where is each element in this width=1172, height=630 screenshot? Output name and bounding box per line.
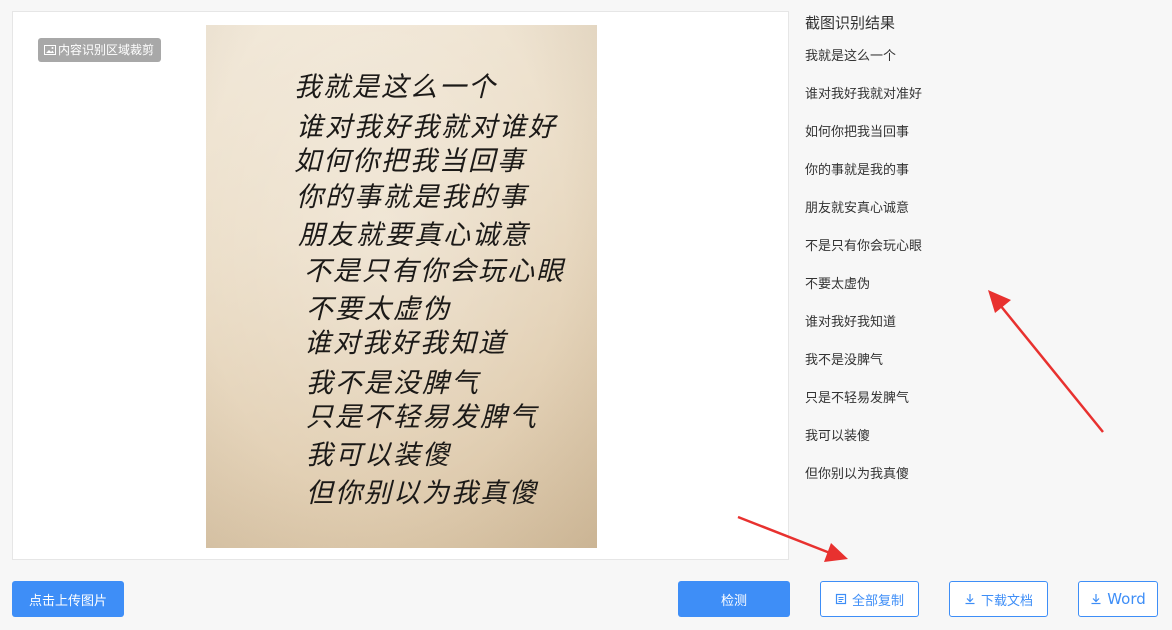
crop-region-tag[interactable]: 内容识别区域裁剪: [38, 38, 162, 62]
photo-line: 不是只有你会玩心眼: [304, 256, 565, 287]
photo-line: 你的事就是我的事: [296, 182, 528, 213]
result-line: 谁对我好我知道: [805, 315, 897, 330]
photo-line: 只是不轻易发脾气: [306, 402, 538, 433]
download-document-button[interactable]: 下载文档: [949, 581, 1048, 617]
crop-region-label: 内容识别区域裁剪: [58, 43, 155, 57]
image-preview-panel: 内容识别区域裁剪 我就是这么一个 谁对我好我就对谁好 如何你把我当回事 你的事就…: [12, 11, 789, 560]
download-word-label: Word: [1107, 590, 1146, 608]
handwriting-photo: 我就是这么一个 谁对我好我就对谁好 如何你把我当回事 你的事就是我的事 朋友就要…: [206, 25, 597, 548]
result-line: 不要太虚伪: [805, 277, 871, 292]
result-line: 朋友就安真心诚意: [805, 201, 910, 216]
arrow-to-result-text: [988, 290, 1104, 433]
download-icon: [1090, 593, 1102, 605]
upload-image-button[interactable]: 点击上传图片: [12, 581, 124, 617]
photo-line: 如何你把我当回事: [294, 146, 526, 177]
result-line: 我不是没脾气: [805, 353, 884, 368]
result-line: 不是只有你会玩心眼: [805, 239, 923, 254]
result-line: 我就是这么一个: [805, 49, 897, 64]
detect-button[interactable]: 检测: [678, 581, 790, 617]
photo-line: 朋友就要真心诚意: [298, 220, 530, 251]
result-line: 谁对我好我就对准好: [805, 87, 923, 102]
photo-line: 谁对我好我知道: [304, 328, 507, 359]
download-word-button[interactable]: Word: [1078, 581, 1158, 617]
download-document-label: 下载文档: [980, 593, 1033, 609]
result-line: 只是不轻易发脾气: [805, 391, 910, 406]
copy-all-label: 全部复制: [851, 593, 904, 609]
image-icon: [44, 44, 56, 56]
photo-line: 我可以装傻: [306, 440, 451, 471]
upload-image-label: 点击上传图片: [28, 593, 107, 609]
result-line: 但你别以为我真傻: [805, 467, 910, 482]
detect-label: 检测: [720, 593, 747, 609]
photo-line: 我就是这么一个: [294, 72, 497, 103]
photo-line: 但你别以为我真傻: [306, 478, 538, 509]
result-title: 截图识别结果: [805, 14, 896, 32]
download-icon: [964, 593, 976, 605]
result-line: 我可以装傻: [805, 429, 871, 444]
copy-icon: [835, 593, 847, 605]
copy-all-button[interactable]: 全部复制: [820, 581, 919, 617]
result-line: 如何你把我当回事: [805, 125, 910, 140]
result-line: 你的事就是我的事: [805, 163, 910, 178]
